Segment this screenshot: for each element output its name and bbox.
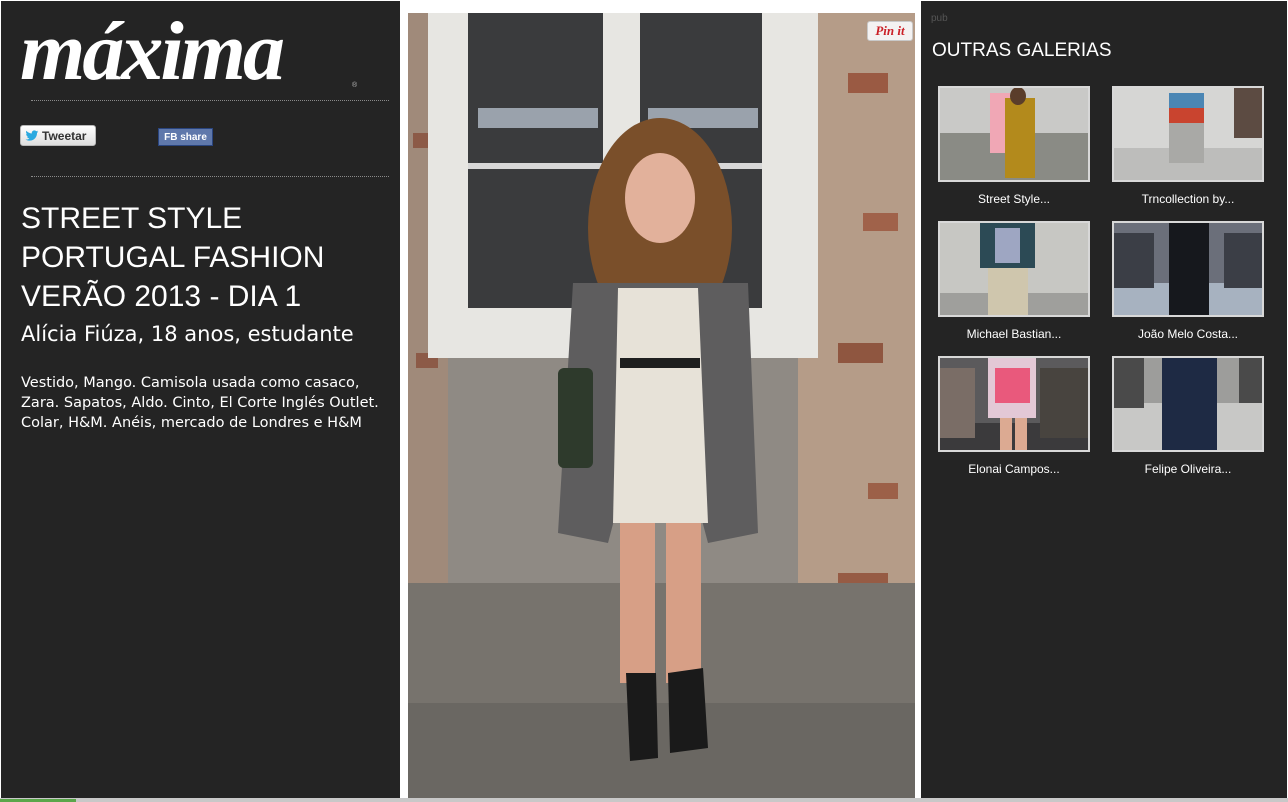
gallery-thumbnail[interactable] [1112, 86, 1264, 182]
gallery-thumbnail[interactable] [1112, 221, 1264, 317]
sidebar-heading: OUTRAS GALERIAS [932, 40, 1112, 61]
thumbnail-image [940, 223, 1088, 315]
article-description: Vestido, Mango. Camisola usada como casa… [21, 375, 379, 431]
tweet-label: Tweetar [42, 128, 87, 143]
registered-mark: ® [352, 82, 358, 89]
twitter-bird-icon [25, 129, 39, 141]
gallery-label[interactable]: Street Style... [938, 192, 1090, 206]
street-style-photo [408, 13, 915, 800]
gallery-label[interactable]: João Melo Costa... [1112, 327, 1264, 341]
gallery-thumbnail[interactable] [938, 221, 1090, 317]
article-title: STREET STYLE PORTUGAL FASHION VERÃO 2013… [21, 202, 325, 313]
article-subtitle: Alícia Fiúza, 18 anos, estudante [21, 322, 354, 346]
divider [31, 176, 389, 177]
divider [31, 100, 389, 101]
thumbnail-image [1114, 223, 1262, 315]
thumbnail-image [940, 88, 1088, 180]
thumbnail-image [1114, 88, 1262, 180]
maxima-logo[interactable]: máxima [20, 4, 285, 100]
gallery-label[interactable]: Elonai Campos... [938, 462, 1090, 476]
tweet-button[interactable]: Tweetar [20, 125, 96, 146]
gallery-item[interactable]: Elonai Campos... [938, 356, 1090, 476]
gallery-thumbnail[interactable] [938, 356, 1090, 452]
gallery-photo[interactable] [408, 13, 915, 800]
gallery-label[interactable]: Trncollection by... [1112, 192, 1264, 206]
fb-share-button[interactable]: FB share [158, 128, 213, 146]
window-bottom-border [0, 798, 1288, 802]
pin-it-button[interactable]: Pin it [867, 21, 913, 41]
gallery-thumbnail[interactable] [1112, 356, 1264, 452]
gallery-item[interactable]: Trncollection by... [1112, 86, 1264, 206]
pin-it-label: Pin it [875, 23, 905, 38]
gallery-thumbnail[interactable] [938, 86, 1090, 182]
gallery-item[interactable]: João Melo Costa... [1112, 221, 1264, 341]
gallery-item[interactable]: Felipe Oliveira... [1112, 356, 1264, 476]
thumbnail-image [1114, 358, 1262, 450]
gallery-item[interactable]: Michael Bastian... [938, 221, 1090, 341]
gallery-label[interactable]: Felipe Oliveira... [1112, 462, 1264, 476]
thumbnail-image [940, 358, 1088, 450]
gallery-label[interactable]: Michael Bastian... [938, 327, 1090, 341]
gallery-item[interactable]: Street Style... [938, 86, 1090, 206]
fb-share-label: FB share [164, 131, 207, 143]
ad-label: pub [931, 13, 948, 24]
